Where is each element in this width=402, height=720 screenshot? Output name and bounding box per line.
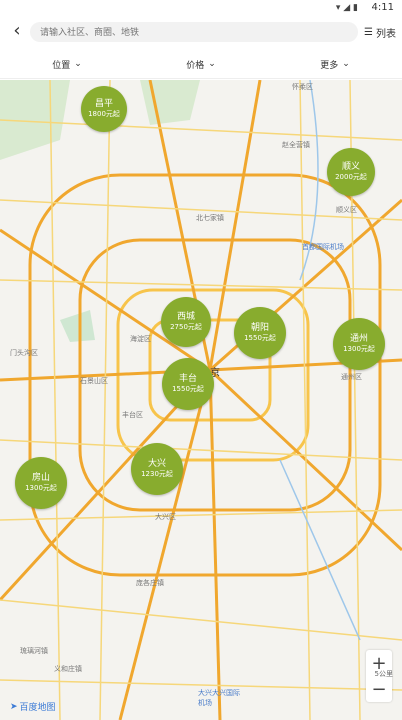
map-label-airport: 首都国际机场 <box>302 243 344 251</box>
map-label-daxing-district: 大兴区 <box>155 513 176 521</box>
map-label-beiqijia: 北七家镇 <box>196 214 224 222</box>
list-button[interactable]: ☰ 列表 <box>364 22 396 42</box>
bubble-name: 昌平 <box>94 99 113 109</box>
filter-price[interactable]: 价格 ⌄ <box>134 50 268 78</box>
district-bubble-fengtai[interactable]: 丰台 1550元起 <box>162 358 214 410</box>
bubble-price: 1800元起 <box>88 110 120 118</box>
bubble-name: 朝阳 <box>250 323 269 333</box>
map-label-yi: 义和庄镇 <box>54 665 82 673</box>
bubble-price: 2750元起 <box>170 323 202 331</box>
status-bar: ▾ ◢ ▮ 4:11 <box>0 0 402 18</box>
header: ‹ ☰ 列表 <box>0 18 402 46</box>
list-icon: ☰ <box>364 26 373 38</box>
district-bubble-shunyi[interactable]: 顺义 2000元起 <box>327 148 375 196</box>
map-label-zhaoquanying: 赵全营镇 <box>282 141 310 149</box>
map-label-pangge: 庞各庄镇 <box>136 579 164 587</box>
bubble-price: 1550元起 <box>172 385 204 393</box>
back-icon[interactable]: ‹ <box>8 22 26 42</box>
bubble-name: 顺义 <box>341 162 360 172</box>
chevron-down-icon: ⌄ <box>342 59 350 69</box>
bubble-price: 1300元起 <box>343 345 375 353</box>
map-label-mentougou: 门头沟区 <box>10 349 38 357</box>
filter-location[interactable]: 位置 ⌄ <box>0 50 134 78</box>
map-view[interactable]: 怀柔区 赵全营镇 北七家镇 顺义区 首都国际机场 海淀区 门头沟区 石景山区 北… <box>0 80 402 720</box>
district-bubble-daxing[interactable]: 大兴 1230元起 <box>131 443 183 495</box>
district-bubble-chaoyang[interactable]: 朝阳 1550元起 <box>234 307 286 359</box>
district-bubble-changping[interactable]: 昌平 1800元起 <box>81 86 127 132</box>
map-branding-text: 百度地图 <box>19 703 56 713</box>
zoom-out-button[interactable]: − <box>366 676 392 702</box>
navigation-arrow-icon: ➤ <box>10 701 18 712</box>
map-label-fengtai-district: 丰台区 <box>122 411 143 419</box>
filter-more[interactable]: 更多 ⌄ <box>268 50 402 78</box>
bubble-name: 大兴 <box>147 459 166 469</box>
map-branding: ➤ 百度地图 <box>10 700 56 714</box>
scale-label: 5公里 <box>374 670 393 678</box>
status-icons: ▾ ◢ ▮ <box>335 3 358 13</box>
map-label-shijingshan: 石景山区 <box>80 377 108 385</box>
search-input[interactable] <box>30 22 358 42</box>
map-label-huairou: 怀柔区 <box>292 83 313 91</box>
district-bubble-fangshan[interactable]: 房山 1300元起 <box>15 457 67 509</box>
filter-location-label: 位置 <box>52 60 71 71</box>
map-label-shunyi-district: 顺义区 <box>336 206 357 214</box>
bubble-price: 2000元起 <box>335 173 367 181</box>
bubble-name: 房山 <box>31 473 50 483</box>
bubble-name: 西城 <box>176 312 195 322</box>
filter-price-label: 价格 <box>186 60 205 71</box>
bubble-name: 丰台 <box>178 374 197 384</box>
chevron-down-icon: ⌄ <box>74 59 82 69</box>
map-label-liuliju: 琉璃河镇 <box>20 647 48 655</box>
district-bubble-xicheng[interactable]: 西城 2750元起 <box>161 297 211 347</box>
map-label-tongzhou-district: 通州区 <box>341 373 362 381</box>
filter-bar: 位置 ⌄ 价格 ⌄ 更多 ⌄ <box>0 50 402 79</box>
chevron-down-icon: ⌄ <box>208 59 216 69</box>
bubble-price: 1300元起 <box>25 484 57 492</box>
bubble-name: 通州 <box>349 334 368 344</box>
map-label-haidian: 海淀区 <box>130 335 151 343</box>
map-label-lige: 大兴大兴国际机场 <box>198 689 240 707</box>
status-time: 4:11 <box>371 2 394 13</box>
district-bubble-tongzhou[interactable]: 通州 1300元起 <box>333 318 385 370</box>
bubble-price: 1550元起 <box>244 334 276 342</box>
list-label: 列表 <box>376 28 396 40</box>
bubble-price: 1230元起 <box>141 470 173 478</box>
filter-more-label: 更多 <box>320 60 339 71</box>
